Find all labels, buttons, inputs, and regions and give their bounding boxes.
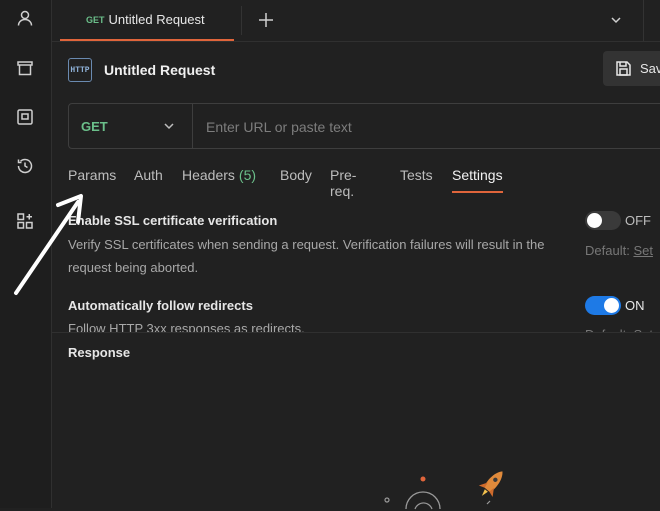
response-panel: Response xyxy=(52,332,660,510)
request-tab-bar: GET Untitled Request xyxy=(52,0,660,42)
chevron-down-icon[interactable] xyxy=(606,10,626,30)
chevron-down-icon xyxy=(161,118,177,134)
setting-description: Verify SSL certificates when sending a r… xyxy=(68,237,545,275)
url-input[interactable] xyxy=(194,104,660,150)
setting-title: Automatically follow redirects xyxy=(68,298,253,313)
default-prefix: Default: xyxy=(585,243,630,258)
follow-redirects-toggle[interactable] xyxy=(585,296,621,315)
tab-tests[interactable]: Tests xyxy=(400,163,433,193)
tab-settings-label: Settings xyxy=(452,167,503,183)
tab-body-label: Body xyxy=(280,167,312,183)
url-bar: GET xyxy=(68,103,660,150)
ssl-verification-toggle[interactable] xyxy=(585,211,621,230)
tab-title: Untitled Request xyxy=(108,12,205,27)
default-settings-link[interactable]: Set xyxy=(633,243,653,258)
request-title[interactable]: Untitled Request xyxy=(104,62,215,78)
toggle-knob xyxy=(604,298,619,313)
save-label: Save xyxy=(640,61,660,76)
tab-auth[interactable]: Auth xyxy=(134,163,163,193)
toggle-knob xyxy=(587,213,602,228)
rocket-icon xyxy=(384,471,503,510)
annotation-arrow-icon xyxy=(14,194,83,295)
headers-count-badge: (5) xyxy=(238,167,257,183)
save-button[interactable]: Save xyxy=(603,51,660,86)
tab-headers-label: Headers xyxy=(182,167,235,183)
toggle-state-label: OFF xyxy=(625,213,651,228)
tab-divider xyxy=(643,0,644,41)
default-setting-text: Default: Set xyxy=(585,243,653,258)
tab-divider xyxy=(241,6,242,35)
tab-settings[interactable]: Settings xyxy=(452,163,503,193)
response-title: Response xyxy=(68,345,131,360)
tab-pre-request[interactable]: Pre-req. xyxy=(330,163,356,199)
toggle-state-label: ON xyxy=(625,298,645,313)
tab-auth-label: Auth xyxy=(134,167,163,183)
save-icon xyxy=(616,61,631,76)
tab-pre-request-label: Pre-req. xyxy=(330,167,357,199)
tab-tests-label: Tests xyxy=(400,167,433,183)
plus-icon[interactable] xyxy=(254,8,278,32)
tab-headers[interactable]: Headers (5) xyxy=(182,163,256,193)
tab-body[interactable]: Body xyxy=(280,163,312,193)
